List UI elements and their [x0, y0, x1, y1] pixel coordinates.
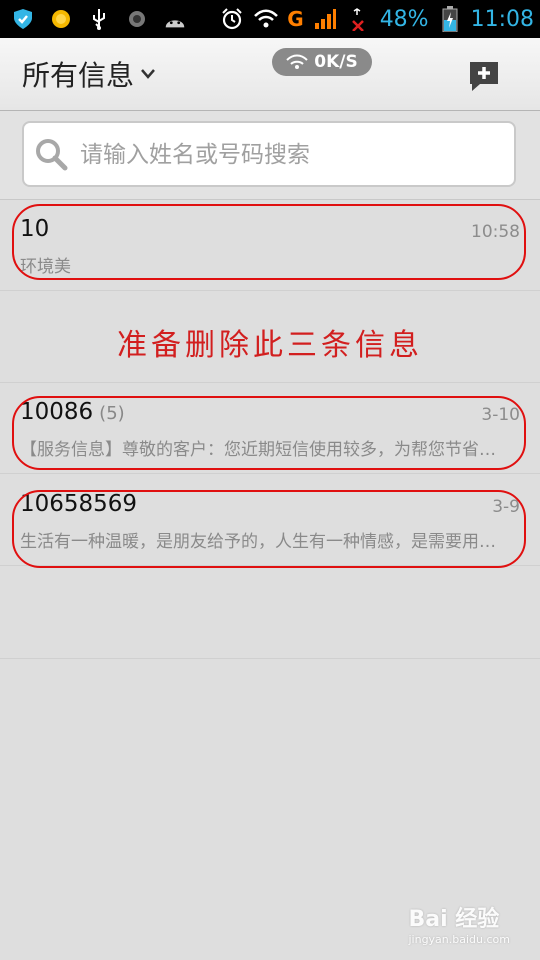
message-count: (5) — [99, 403, 125, 424]
chevron-down-icon — [141, 69, 155, 79]
empty-row — [0, 567, 540, 659]
clock: 11:08 — [470, 6, 534, 32]
page-title: 所有信息 — [22, 59, 135, 92]
battery-icon — [437, 6, 463, 32]
search-bar — [0, 111, 540, 200]
shield-icon — [10, 6, 36, 32]
battery-percent: 48% — [379, 6, 429, 32]
contact-name: 10 — [20, 216, 50, 242]
signal-icon — [312, 6, 338, 32]
android-icon — [162, 6, 188, 32]
compose-icon — [470, 62, 498, 91]
annotation-text: 准备删除此三条信息 — [117, 328, 423, 363]
wifi-icon — [253, 6, 279, 32]
network-speed-badge: 0K/S — [272, 48, 372, 76]
app-header: 所有信息 0K/S — [0, 38, 540, 111]
message-time: 3-10 — [481, 405, 520, 425]
network-speed: 0K/S — [314, 52, 358, 72]
folder-selector[interactable]: 所有信息 — [22, 54, 156, 94]
message-preview: 【服务信息】尊敬的客户：您近期短信使用较多，为帮您节省… — [20, 440, 496, 460]
contact-name: 10658569 — [20, 491, 138, 517]
search-box[interactable] — [22, 121, 516, 187]
message-preview: 环境美 — [20, 257, 71, 277]
wifi-icon — [286, 54, 308, 69]
search-input[interactable] — [78, 123, 502, 187]
message-time: 10:58 — [471, 222, 520, 242]
message-time: 3-9 — [492, 497, 520, 517]
usb-icon — [86, 6, 112, 32]
status-bar: G 48% 11:08 — [0, 0, 540, 38]
message-preview: 生活有一种温暖，是朋友给予的，人生有一种情感，是需要用… — [20, 532, 496, 552]
watermark: Bai 经验 jingyan.baidu.com — [408, 907, 510, 946]
contact-name: 10086 (5) — [20, 399, 125, 425]
conversation-row[interactable]: 10658569 3-9 生活有一种温暖，是朋友给予的，人生有一种情感，是需要用… — [0, 475, 540, 566]
alarm-icon — [219, 6, 245, 32]
conversation-row[interactable]: 10086 (5) 3-10 【服务信息】尊敬的客户：您近期短信使用较多，为帮您节… — [0, 383, 540, 474]
no-sim-signal-icon — [346, 6, 372, 32]
search-icon — [36, 139, 68, 171]
network-type: G — [287, 7, 304, 31]
record-icon — [124, 6, 150, 32]
conversation-row[interactable]: 10 10:58 环境美 — [0, 200, 540, 291]
new-message-button[interactable] — [466, 58, 502, 94]
coin-icon — [48, 6, 74, 32]
